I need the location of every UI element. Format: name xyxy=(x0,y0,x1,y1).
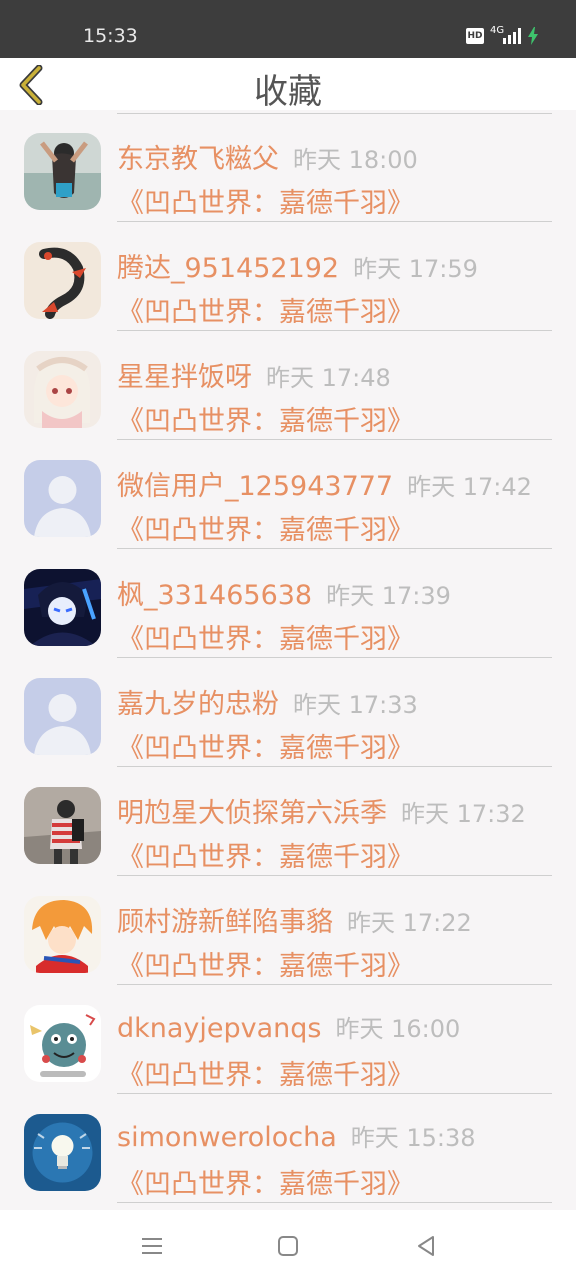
divider xyxy=(117,1202,552,1203)
item-header: simonwerolocha 昨天 15:38 xyxy=(117,1118,476,1153)
menu-icon[interactable] xyxy=(138,1232,166,1260)
list-item[interactable]: 东京教飞糍父 昨天 18:00 《凹凸世界：嘉德千羽》 xyxy=(0,113,576,222)
item-header: dknayjepvanqs 昨天 16:00 xyxy=(117,1009,460,1044)
list-item[interactable]: 明尥星大侦探第六浜季 昨天 17:32 《凹凸世界：嘉德千羽》 xyxy=(0,767,576,876)
work-title[interactable]: 《凹凸世界：嘉德千羽》 xyxy=(117,1162,414,1201)
signal-icon xyxy=(503,28,521,44)
user-name[interactable]: 腾达_951452192 xyxy=(117,253,339,284)
item-header: 星星拌饭呀 昨天 17:48 xyxy=(117,355,391,394)
item-header: 嘉九岁的忠粉 昨天 17:33 xyxy=(117,682,418,721)
item-header: 顾村游新鲜陷事貉 昨天 17:22 xyxy=(117,900,472,939)
list-item[interactable]: 星星拌饭呀 昨天 17:48 《凹凸世界：嘉德千羽》 xyxy=(0,331,576,440)
timestamp: 昨天 18:00 xyxy=(293,146,418,174)
item-header: 枫_331465638 昨天 17:39 xyxy=(117,573,451,612)
timestamp: 昨天 17:22 xyxy=(347,909,472,937)
user-name[interactable]: 星星拌饭呀 xyxy=(117,362,252,393)
list-item[interactable]: simonwerolocha 昨天 15:38 《凹凸世界：嘉德千羽》 xyxy=(0,1094,576,1203)
list-item[interactable]: 腾达_951452192 昨天 17:59 《凹凸世界：嘉德千羽》 xyxy=(0,222,576,331)
timestamp: 昨天 17:48 xyxy=(266,364,391,392)
avatar[interactable] xyxy=(24,133,101,210)
work-title[interactable]: 《凹凸世界：嘉德千羽》 xyxy=(117,181,414,220)
header: 收藏 xyxy=(0,58,576,112)
list-item[interactable]: 嘉九岁的忠粉 昨天 17:33 《凹凸世界：嘉德千羽》 xyxy=(0,658,576,767)
back-icon[interactable] xyxy=(412,1232,440,1260)
system-nav-bar xyxy=(0,1210,576,1280)
user-name[interactable]: 顾村游新鲜陷事貉 xyxy=(117,907,333,938)
avatar[interactable] xyxy=(24,678,101,755)
work-title[interactable]: 《凹凸世界：嘉德千羽》 xyxy=(117,399,414,438)
item-header: 明尥星大侦探第六浜季 昨天 17:32 xyxy=(117,791,526,830)
avatar[interactable] xyxy=(24,1114,101,1191)
user-name[interactable]: simonwerolocha xyxy=(117,1122,337,1153)
page-title: 收藏 xyxy=(254,72,322,112)
avatar[interactable] xyxy=(24,896,101,973)
timestamp: 昨天 16:00 xyxy=(335,1015,461,1043)
work-title[interactable]: 《凹凸世界：嘉德千羽》 xyxy=(117,617,414,656)
avatar[interactable] xyxy=(24,787,101,864)
hd-icon: HD xyxy=(466,28,484,44)
list-item[interactable]: 顾村游新鲜陷事貉 昨天 17:22 《凹凸世界：嘉德千羽》 xyxy=(0,876,576,985)
timestamp: 昨天 17:42 xyxy=(407,473,532,501)
battery-charging-icon xyxy=(528,27,538,45)
user-name[interactable]: 枫_331465638 xyxy=(117,580,312,611)
avatar[interactable] xyxy=(24,460,101,537)
timestamp: 昨天 17:33 xyxy=(293,691,418,719)
status-bar: 15:33 HD 4G xyxy=(0,0,576,58)
list-item[interactable]: dknayjepvanqs 昨天 16:00 《凹凸世界：嘉德千羽》 xyxy=(0,985,576,1094)
user-name[interactable]: 东京教飞糍父 xyxy=(117,144,279,175)
item-header: 腾达_951452192 昨天 17:59 xyxy=(117,246,478,285)
timestamp: 昨天 17:39 xyxy=(326,582,451,610)
work-title[interactable]: 《凹凸世界：嘉德千羽》 xyxy=(117,508,414,547)
avatar[interactable] xyxy=(24,569,101,646)
user-name[interactable]: dknayjepvanqs xyxy=(117,1013,322,1044)
timestamp: 昨天 15:38 xyxy=(350,1124,476,1152)
list-item[interactable]: 微信用户_125943777 昨天 17:42 《凹凸世界：嘉德千羽》 xyxy=(0,440,576,549)
avatar[interactable] xyxy=(24,351,101,428)
status-time: 15:33 xyxy=(83,25,138,47)
home-icon[interactable] xyxy=(274,1232,302,1260)
list-item[interactable]: 枫_331465638 昨天 17:39 《凹凸世界：嘉德千羽》 xyxy=(0,549,576,658)
user-name[interactable]: 微信用户_125943777 xyxy=(117,471,393,502)
user-name[interactable]: 明尥星大侦探第六浜季 xyxy=(117,798,387,829)
work-title[interactable]: 《凹凸世界：嘉德千羽》 xyxy=(117,290,414,329)
item-header: 东京教飞糍父 昨天 18:00 xyxy=(117,137,418,176)
user-name[interactable]: 嘉九岁的忠粉 xyxy=(117,689,279,720)
network-label: 4G xyxy=(490,25,505,36)
avatar[interactable] xyxy=(24,1005,101,1082)
timestamp: 昨天 17:32 xyxy=(401,800,526,828)
work-title[interactable]: 《凹凸世界：嘉德千羽》 xyxy=(117,726,414,765)
item-header: 微信用户_125943777 昨天 17:42 xyxy=(117,464,532,503)
avatar[interactable] xyxy=(24,242,101,319)
work-title[interactable]: 《凹凸世界：嘉德千羽》 xyxy=(117,835,414,874)
timestamp: 昨天 17:59 xyxy=(353,255,478,283)
work-title[interactable]: 《凹凸世界：嘉德千羽》 xyxy=(117,1053,414,1092)
work-title[interactable]: 《凹凸世界：嘉德千羽》 xyxy=(117,944,414,983)
